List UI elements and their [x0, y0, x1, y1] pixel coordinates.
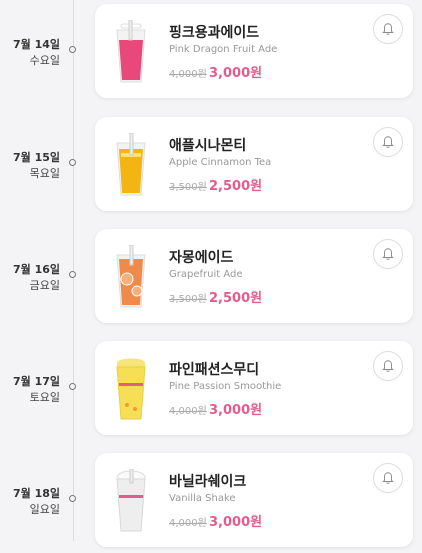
date-text: 7월 16일 — [12, 263, 60, 276]
date-label: 7월 16일 금요일 — [0, 262, 60, 294]
timeline-dot — [69, 495, 76, 502]
timeline-dot — [69, 383, 76, 390]
list-item: 7월 15일 목요일 애플시나몬티 Apple Cinnamon Tea 3,5… — [0, 117, 422, 217]
original-price: 3,500원 — [169, 182, 207, 193]
sale-price: 2,500원 — [209, 179, 263, 194]
bell-icon — [382, 360, 394, 372]
notify-button[interactable] — [373, 239, 403, 269]
date-text: 7월 15일 — [12, 151, 60, 164]
sale-price: 2,500원 — [209, 291, 263, 306]
sale-price: 3,000원 — [209, 66, 263, 81]
product-card[interactable]: 핑크용과에이드 Pink Dragon Fruit Ade 4,000원 3,0… — [95, 4, 413, 98]
product-name-ko: 핑크용과에이드 — [169, 25, 260, 41]
notify-button[interactable] — [373, 463, 403, 493]
weekday-text: 금요일 — [29, 279, 60, 292]
product-name-en: Pink Dragon Fruit Ade — [169, 44, 278, 55]
weekday-text: 수요일 — [29, 54, 60, 67]
original-price: 4,000원 — [169, 518, 207, 529]
timeline-dot — [69, 46, 76, 53]
date-label: 7월 18일 일요일 — [0, 486, 60, 518]
timeline-dot — [69, 271, 76, 278]
product-name-en: Apple Cinnamon Tea — [169, 157, 272, 168]
product-name-ko: 애플시나몬티 — [169, 138, 247, 154]
product-name-ko: 파인패션스무디 — [169, 362, 260, 378]
weekday-text: 일요일 — [29, 503, 60, 516]
bell-icon — [382, 472, 394, 484]
sale-price: 3,000원 — [209, 403, 263, 418]
bell-icon — [382, 248, 394, 260]
drink-image — [116, 133, 146, 196]
drink-image — [116, 469, 146, 532]
original-price: 4,000원 — [169, 69, 207, 80]
date-label: 7월 14일 수요일 — [0, 37, 60, 69]
date-text: 7월 14일 — [12, 38, 60, 51]
notify-button[interactable] — [373, 351, 403, 381]
sale-price: 3,000원 — [209, 515, 263, 530]
product-name-ko: 바닐라쉐이크 — [169, 474, 247, 490]
weekday-text: 목요일 — [29, 167, 60, 180]
notify-button[interactable] — [373, 14, 403, 44]
timeline-dot — [69, 159, 76, 166]
date-label: 7월 15일 목요일 — [0, 150, 60, 182]
product-name-ko: 자몽에이드 — [169, 250, 234, 266]
list-item: 7월 16일 금요일 자몽에이드 Grapefruit Ade 3,500원 2… — [0, 229, 422, 329]
bell-icon — [382, 136, 394, 148]
list-item: 7월 17일 토요일 파인패션스무디 Pine Passion Smoothie… — [0, 341, 422, 441]
weekday-text: 토요일 — [29, 391, 60, 404]
product-card[interactable]: 파인패션스무디 Pine Passion Smoothie 4,000원 3,0… — [95, 341, 413, 435]
list-item: 7월 14일 수요일 핑크용과에이드 Pink Dragon Fruit Ade… — [0, 4, 422, 104]
product-card[interactable]: 애플시나몬티 Apple Cinnamon Tea 3,500원 2,500원 — [95, 117, 413, 211]
product-card[interactable]: 바닐라쉐이크 Vanilla Shake 4,000원 3,000원 — [95, 453, 413, 547]
notify-button[interactable] — [373, 127, 403, 157]
date-label: 7월 17일 토요일 — [0, 374, 60, 406]
drink-image — [116, 20, 146, 83]
bell-icon — [382, 23, 394, 35]
product-name-en: Grapefruit Ade — [169, 269, 243, 280]
product-name-en: Pine Passion Smoothie — [169, 381, 282, 392]
date-text: 7월 17일 — [12, 375, 60, 388]
list-item: 7월 18일 일요일 바닐라쉐이크 Vanilla Shake 4,000원 3… — [0, 453, 422, 553]
drink-image — [116, 245, 146, 308]
date-text: 7월 18일 — [12, 487, 60, 500]
original-price: 3,500원 — [169, 294, 207, 305]
original-price: 4,000원 — [169, 406, 207, 417]
product-name-en: Vanilla Shake — [169, 493, 236, 504]
product-card[interactable]: 자몽에이드 Grapefruit Ade 3,500원 2,500원 — [95, 229, 413, 323]
drink-image — [116, 358, 146, 420]
